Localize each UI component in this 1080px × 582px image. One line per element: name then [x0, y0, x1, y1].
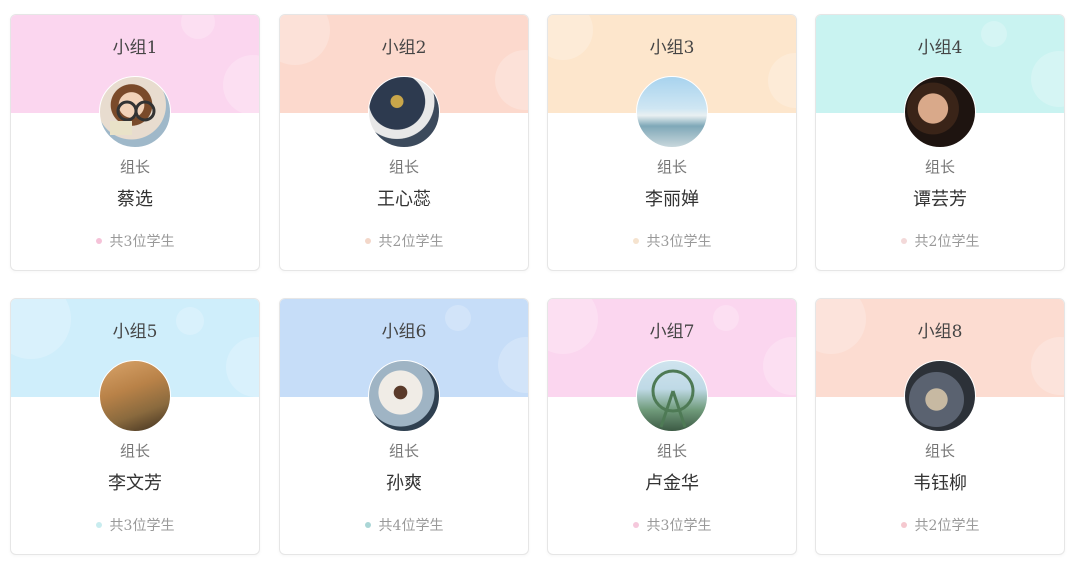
group-card-1[interactable]: 小组1 组长 蔡选 共3位学生: [10, 14, 260, 271]
leader-role: 组长: [656, 158, 687, 176]
leader-name: 李丽婵: [645, 189, 699, 210]
leader-name: 孙爽: [386, 473, 422, 494]
group-card-6[interactable]: 小组6 组长 孙爽 共4位学生: [279, 298, 529, 555]
student-count: 共3位学生: [548, 231, 796, 251]
student-count-label: 共4位学生: [378, 518, 444, 534]
status-dot: [95, 522, 102, 528]
group-title: 小组1: [112, 38, 158, 58]
group-title: 小组4: [917, 38, 963, 58]
leader-avatar[interactable]: [99, 360, 171, 432]
student-count: 共2位学生: [816, 231, 1064, 251]
leader-name: 韦钰柳: [913, 473, 967, 494]
leader-avatar[interactable]: [368, 76, 440, 148]
leader-name: 王心蕊: [377, 189, 431, 210]
student-count: 共2位学生: [280, 231, 528, 251]
status-dot: [632, 522, 639, 528]
group-title: 小组3: [649, 38, 695, 58]
leader-name: 谭芸芳: [913, 189, 967, 210]
leader-role: 组长: [119, 158, 150, 176]
leader-name: 李文芳: [108, 473, 162, 494]
student-count-label: 共3位学生: [109, 234, 175, 250]
group-title: 小组7: [649, 322, 695, 342]
group-card-5[interactable]: 小组5 组长 李文芳 共3位学生: [10, 298, 260, 555]
group-title: 小组8: [917, 322, 963, 342]
ferris-wheel-illustration: [651, 369, 695, 428]
leader-role: 组长: [924, 158, 955, 176]
leader-avatar[interactable]: [636, 360, 708, 432]
leader-role: 组长: [924, 442, 955, 460]
leader-avatar[interactable]: [904, 360, 976, 432]
student-count: 共3位学生: [11, 515, 259, 535]
leader-role: 组长: [656, 442, 687, 460]
group-card-2[interactable]: 小组2 组长 王心蕊 共2位学生: [279, 14, 529, 271]
avatar-illustration: [110, 100, 156, 135]
group-card-3[interactable]: 小组3 组长 李丽婵 共3位学生: [547, 14, 797, 271]
student-count: 共3位学生: [548, 515, 796, 535]
student-count-label: 共2位学生: [378, 234, 444, 250]
student-count-label: 共3位学生: [646, 518, 712, 534]
student-count-label: 共2位学生: [914, 518, 980, 534]
student-count: 共2位学生: [816, 515, 1064, 535]
student-count-label: 共3位学生: [646, 234, 712, 250]
leader-role: 组长: [119, 442, 150, 460]
leader-avatar[interactable]: [99, 76, 171, 148]
group-card-4[interactable]: 小组4 组长 谭芸芳 共2位学生: [815, 14, 1065, 271]
student-count-label: 共2位学生: [914, 234, 980, 250]
status-dot: [364, 238, 371, 244]
group-title: 小组2: [381, 38, 427, 58]
status-dot: [364, 522, 371, 528]
leader-avatar[interactable]: [904, 76, 976, 148]
student-count-label: 共3位学生: [109, 518, 175, 534]
student-count: 共4位学生: [280, 515, 528, 535]
group-card-8[interactable]: 小组8 组长 韦钰柳 共2位学生: [815, 298, 1065, 555]
group-title: 小组6: [381, 322, 427, 342]
status-dot: [95, 238, 102, 244]
leader-avatar[interactable]: [368, 360, 440, 432]
leader-name: 蔡选: [117, 189, 153, 210]
status-dot: [900, 522, 907, 528]
leader-avatar[interactable]: [636, 76, 708, 148]
status-dot: [900, 238, 907, 244]
leader-name: 卢金华: [645, 473, 699, 494]
group-title: 小组5: [112, 322, 158, 342]
group-grid: 小组1 组长 蔡选 共3位学生 小组2 组长 王心蕊 共2位学生 小组3 组长 …: [0, 0, 1080, 582]
leader-role: 组长: [388, 442, 419, 460]
leader-role: 组长: [388, 158, 419, 176]
student-count: 共3位学生: [11, 231, 259, 251]
status-dot: [632, 238, 639, 244]
group-card-7[interactable]: 小组7 组长 卢金华 共3位学生: [547, 298, 797, 555]
